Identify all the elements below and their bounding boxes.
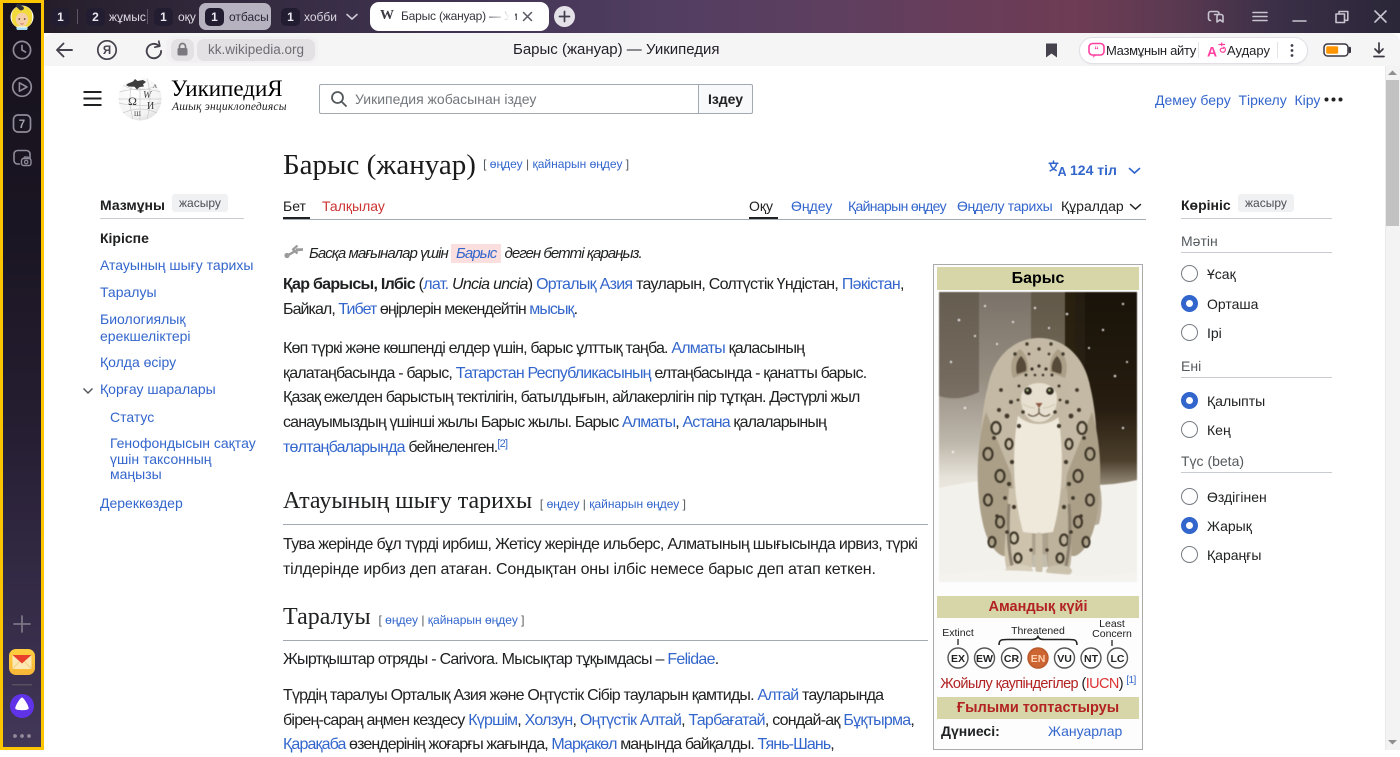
svg-text:И: И [147,101,154,112]
svg-text:Я: Я [103,45,111,57]
svg-text:А: А [1207,44,1217,60]
svg-text:A: A [1058,165,1066,177]
svg-text:NT: NT [1084,653,1099,665]
svg-text:“: “ [1094,45,1099,55]
svg-text:CR: CR [1004,653,1020,665]
svg-text:EN: EN [1031,653,1046,665]
svg-text:Extinct: Extinct [942,627,974,639]
svg-text:LC: LC [1111,653,1125,665]
svg-text:EX: EX [951,653,965,665]
svg-text:Ω: Ω [128,94,137,108]
svg-text:ш: ш [134,108,141,118]
svg-text:EW: EW [976,653,993,665]
svg-text:ʌ: ʌ [153,81,157,90]
svg-text:Concern: Concern [1092,628,1132,640]
svg-text:VU: VU [1057,653,1072,665]
svg-text:7: 7 [19,119,25,131]
